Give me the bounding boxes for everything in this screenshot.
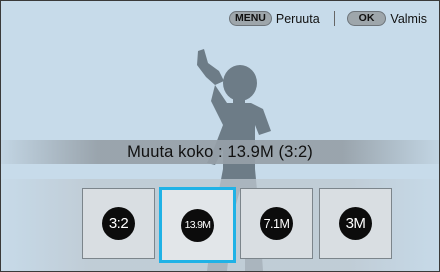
option-aspect-3-2[interactable]: 3:2 — [82, 188, 155, 259]
hint-divider — [333, 11, 335, 26]
aspect-3-2-icon: 3:2 — [102, 207, 135, 240]
done-label: Valmis — [390, 11, 427, 26]
size-13-9m-icon: 13.9M — [181, 208, 214, 242]
cancel-label: Peruuta — [275, 11, 320, 26]
option-3m[interactable]: 3M — [319, 188, 392, 259]
option-13-9m[interactable]: 13.9M — [159, 187, 236, 263]
camera-screen: MENU Peruuta OK Valmis Muuta koko : 13.9… — [0, 0, 440, 272]
option-7-1m[interactable]: 7.1M — [240, 188, 313, 259]
ok-key-badge[interactable]: OK — [346, 11, 387, 26]
resize-title: Muuta koko : 13.9M (3:2) — [127, 142, 313, 161]
button-hints: MENU Peruuta OK Valmis — [228, 11, 427, 26]
menu-key-badge[interactable]: MENU — [228, 11, 272, 26]
resize-banner: Muuta koko : 13.9M (3:2) — [1, 140, 439, 164]
size-3m-icon: 3M — [339, 207, 372, 240]
size-7-1m-icon: 7.1M — [260, 207, 293, 240]
